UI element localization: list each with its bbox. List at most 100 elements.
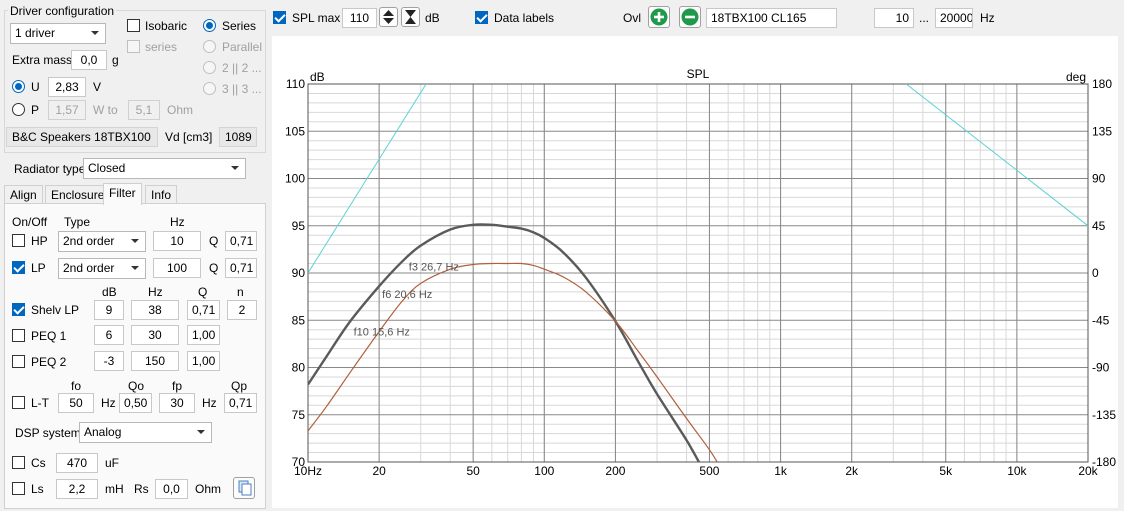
ls-checkbox[interactable] xyxy=(12,482,25,495)
y2-tick-label: -135 xyxy=(1092,408,1116,422)
shelv-lp-checkbox[interactable] xyxy=(12,303,25,316)
y-tick-label: 85 xyxy=(292,313,306,327)
y2-tick-label: -45 xyxy=(1092,313,1110,327)
hz-header: Hz xyxy=(170,215,185,229)
peq2-db-input[interactable]: -3 xyxy=(94,351,124,371)
spl-zoom-button[interactable] xyxy=(401,7,420,27)
hp-type-select[interactable]: 2nd order xyxy=(58,231,146,252)
spl-up-down-button[interactable] xyxy=(379,7,398,27)
rs-input[interactable]: 0,0 xyxy=(155,479,188,499)
peq1-q-input[interactable]: 1,00 xyxy=(187,325,220,345)
y-tick-label: 90 xyxy=(292,266,306,280)
series-checkbox[interactable] xyxy=(127,40,140,53)
chart-title: SPL xyxy=(687,67,710,81)
power-label: P xyxy=(31,103,40,117)
lp-q-input[interactable]: 0,71 xyxy=(225,258,257,278)
y2-tick-label: 180 xyxy=(1092,77,1112,91)
power-input[interactable]: 1,57 xyxy=(48,100,86,120)
peq1-checkbox[interactable] xyxy=(12,329,25,342)
opt-33-radio[interactable] xyxy=(203,82,216,95)
lt-fo-input[interactable]: 50 xyxy=(58,393,94,413)
freq-min-input[interactable]: 10 xyxy=(874,8,914,28)
remove-overlay-button[interactable] xyxy=(679,6,701,28)
spl-max-checkbox[interactable] xyxy=(273,11,286,24)
shelv-q-input[interactable]: 0,71 xyxy=(187,300,220,320)
y-tick-label: 80 xyxy=(292,361,306,375)
cs-checkbox[interactable] xyxy=(12,456,25,469)
vd-value: 1089 xyxy=(219,127,257,147)
peq2-hz-input[interactable]: 150 xyxy=(131,351,179,371)
opt-22-label: 2 || 2 ... xyxy=(222,61,262,75)
spl-chart-panel: f3 26,7 Hz f6 20,6 Hz f10 15,6 Hz 70 75 80 85 9… xyxy=(272,36,1118,508)
lt-qp-input[interactable]: 0,71 xyxy=(224,393,257,413)
peq1-db-input[interactable]: 6 xyxy=(94,325,124,345)
shelv-hz-input[interactable]: 38 xyxy=(131,300,179,320)
y-tick-label: 95 xyxy=(292,219,306,233)
shelv-db-input[interactable]: 9 xyxy=(94,300,124,320)
y-tick-label: 100 xyxy=(285,172,305,186)
opt-22-radio[interactable] xyxy=(203,61,216,74)
ohm-input[interactable]: 5,1 xyxy=(128,100,160,120)
freq-max-input[interactable]: 20000 xyxy=(935,8,973,28)
radiator-type-select[interactable]: Closed xyxy=(83,158,246,179)
data-labels-checkbox[interactable] xyxy=(475,11,488,24)
hp-q-input[interactable]: 0,71 xyxy=(225,231,257,251)
overlay-driver-field[interactable]: 18TBX100 CL165 xyxy=(706,8,837,28)
ls-label: Ls xyxy=(31,482,44,496)
lt-checkbox[interactable] xyxy=(12,396,25,409)
chevron-down-icon xyxy=(231,166,239,170)
lp-freq-input[interactable]: 100 xyxy=(153,258,201,278)
spl-max-input[interactable]: 110 xyxy=(342,8,377,28)
power-unit: W to xyxy=(93,103,118,117)
x-tick-label: 1k xyxy=(774,464,788,478)
hp-freq-input[interactable]: 10 xyxy=(153,231,201,251)
shelv-lp-label: Shelv LP xyxy=(31,303,80,317)
tab-enclosure[interactable]: Enclosure xyxy=(45,185,111,205)
chevron-down-icon xyxy=(131,266,139,270)
onoff-header: On/Off xyxy=(12,215,48,229)
peq2-checkbox[interactable] xyxy=(12,355,25,368)
ovl-label: Ovl xyxy=(623,11,641,25)
dsp-system-select[interactable]: Analog xyxy=(79,422,212,443)
y2-tick-label: 135 xyxy=(1092,124,1112,138)
x-tick-label: 10Hz xyxy=(294,464,322,478)
tab-filter[interactable]: Filter xyxy=(103,183,142,205)
lt-label: L-T xyxy=(31,396,49,410)
parallel-radio[interactable] xyxy=(203,40,216,53)
lp-type-select[interactable]: 2nd order xyxy=(58,258,146,279)
lt-fp-input[interactable]: 30 xyxy=(159,393,195,413)
x-tick-label: 20k xyxy=(1078,464,1098,478)
power-radio[interactable] xyxy=(12,103,25,116)
lt-fp-unit: Hz xyxy=(202,396,217,410)
lt-qo-input[interactable]: 0,50 xyxy=(119,393,152,413)
y2-tick-label: 90 xyxy=(1092,172,1106,186)
add-overlay-button[interactable] xyxy=(648,6,670,28)
ls-input[interactable]: 2,2 xyxy=(56,479,98,499)
isobaric-checkbox[interactable] xyxy=(127,19,140,32)
x-tick-label: 10k xyxy=(1007,464,1027,478)
tab-info[interactable]: Info xyxy=(145,185,178,205)
y-tick-label: 105 xyxy=(285,124,305,138)
series-radio[interactable] xyxy=(203,19,216,32)
shelv-n-input[interactable]: 2 xyxy=(227,300,257,320)
ohm-unit: Ohm xyxy=(167,103,194,117)
radiator-type-label: Radiator type xyxy=(14,162,86,176)
lp-checkbox[interactable] xyxy=(12,261,25,274)
voltage-label: U xyxy=(31,80,40,94)
lt-qo-header: Qo xyxy=(128,379,145,393)
copy-button[interactable] xyxy=(233,477,255,499)
peq1-hz-input[interactable]: 30 xyxy=(131,325,179,345)
lp-q-label: Q xyxy=(209,261,219,275)
voltage-radio[interactable] xyxy=(12,80,25,93)
peq2-q-input[interactable]: 1,00 xyxy=(187,351,220,371)
cs-input[interactable]: 470 xyxy=(56,453,98,473)
y2-axis-label: deg xyxy=(1066,70,1086,84)
x-tick-label: 2k xyxy=(845,464,859,478)
tab-align[interactable]: Align xyxy=(4,185,43,205)
x-tick-label: 50 xyxy=(466,464,480,478)
voltage-input[interactable]: 2,83 xyxy=(48,77,86,97)
drivers-count-select[interactable]: 1 driver xyxy=(10,23,106,44)
x-tick-label: 100 xyxy=(534,464,554,478)
hp-checkbox[interactable] xyxy=(12,234,25,247)
extra-mass-input[interactable]: 0,0 xyxy=(71,50,107,70)
